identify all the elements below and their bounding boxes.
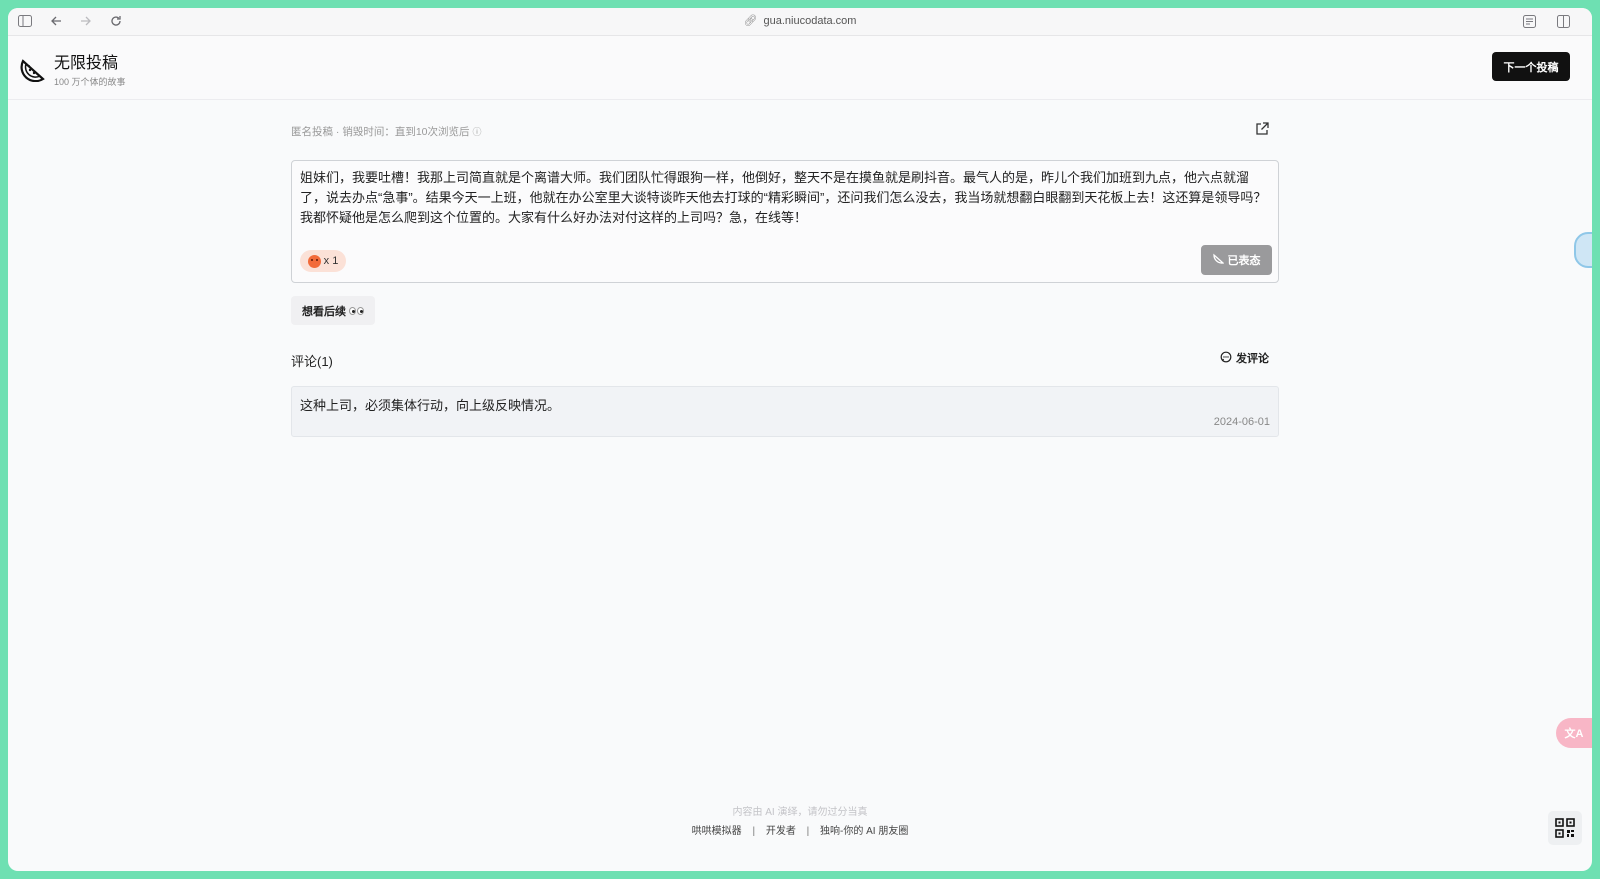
add-comment-label: 发评论 <box>1236 353 1269 365</box>
footer-separator: | <box>752 826 756 837</box>
app-header: 无限投稿 100 万个体的故事 下一个投稿 <box>8 36 1592 100</box>
qr-code-icon[interactable] <box>1548 811 1582 845</box>
translate-button[interactable]: 文A <box>1556 718 1592 748</box>
next-post-button[interactable]: 下一个投稿 <box>1492 52 1570 81</box>
url-text: gua.niucodata.com <box>763 15 857 27</box>
melon-logo-icon <box>20 54 48 83</box>
reaction-badge[interactable]: x 1 <box>300 250 346 272</box>
browser-toolbar: 🔗︎ gua.niucodata.com <box>8 8 1592 36</box>
add-comment-button[interactable]: 发评论 <box>1220 350 1269 366</box>
floating-assistant-avatar[interactable] <box>1574 232 1592 268</box>
melon-slice-icon <box>1212 253 1225 267</box>
split-view-icon[interactable] <box>1557 15 1570 30</box>
app-title: 无限投稿 <box>54 55 119 72</box>
comments-title: 评论(1) <box>291 354 333 369</box>
footer-link-hongsim[interactable]: 哄哄模拟器 <box>692 826 742 837</box>
comment-bubble-icon <box>1220 351 1232 366</box>
footer-link-developer[interactable]: 开发者 <box>766 826 796 837</box>
comment-text: 这种上司，必须集体行动，向上级反映情况。 <box>300 398 561 413</box>
reader-icon[interactable] <box>1523 15 1536 30</box>
post-text: 姐妹们，我要吐槽！我那上司简直就是个离谱大师。我们团队忙得跟狗一样，他倒好，整天… <box>300 170 1267 225</box>
comment-item: 这种上司，必须集体行动，向上级反映情况。 2024-06-01 <box>291 386 1279 437</box>
footer-note: 内容由 AI 演绎，请勿过分当真 <box>732 807 868 818</box>
share-icon[interactable] <box>1255 122 1269 136</box>
want-follow-up-button[interactable]: 想看后续 <box>291 296 375 325</box>
post-meta-text: 匿名投稿 · 销毁时间：直到10次浏览后 <box>291 126 470 138</box>
follow-label: 想看后续 <box>302 305 346 318</box>
post-card: 姐妹们，我要吐槽！我那上司简直就是个离谱大师。我们团队忙得跟狗一样，他倒好，整天… <box>291 160 1279 283</box>
address-bar[interactable]: 🔗︎ gua.niucodata.com <box>8 14 1592 27</box>
footer: 内容由 AI 演绎，请勿过分当真 哄哄模拟器 | 开发者 | 独响-你的 AI … <box>8 803 1592 837</box>
reacted-label: 已表态 <box>1227 255 1261 267</box>
angry-face-icon <box>307 254 321 268</box>
footer-links: 哄哄模拟器 | 开发者 | 独响-你的 AI 朋友圈 <box>8 822 1592 837</box>
footer-link-duxiang[interactable]: 独响-你的 AI 朋友圈 <box>820 826 908 837</box>
app-subtitle: 100 万个体的故事 <box>54 77 126 87</box>
reacted-button[interactable]: 已表态 <box>1201 245 1272 275</box>
reaction-count: x 1 <box>323 255 339 267</box>
post-meta: 匿名投稿 · 销毁时间：直到10次浏览后 ⓘ <box>291 124 482 139</box>
footer-separator: | <box>806 826 810 837</box>
link-icon: 🔗︎ <box>743 15 758 27</box>
eyes-icon <box>349 306 364 315</box>
comment-date: 2024-06-01 <box>1213 416 1270 428</box>
browser-window: 🔗︎ gua.niucodata.com 无限投稿 100 万个体的故事 下一个投… <box>8 8 1592 871</box>
info-icon[interactable]: ⓘ <box>473 127 482 137</box>
